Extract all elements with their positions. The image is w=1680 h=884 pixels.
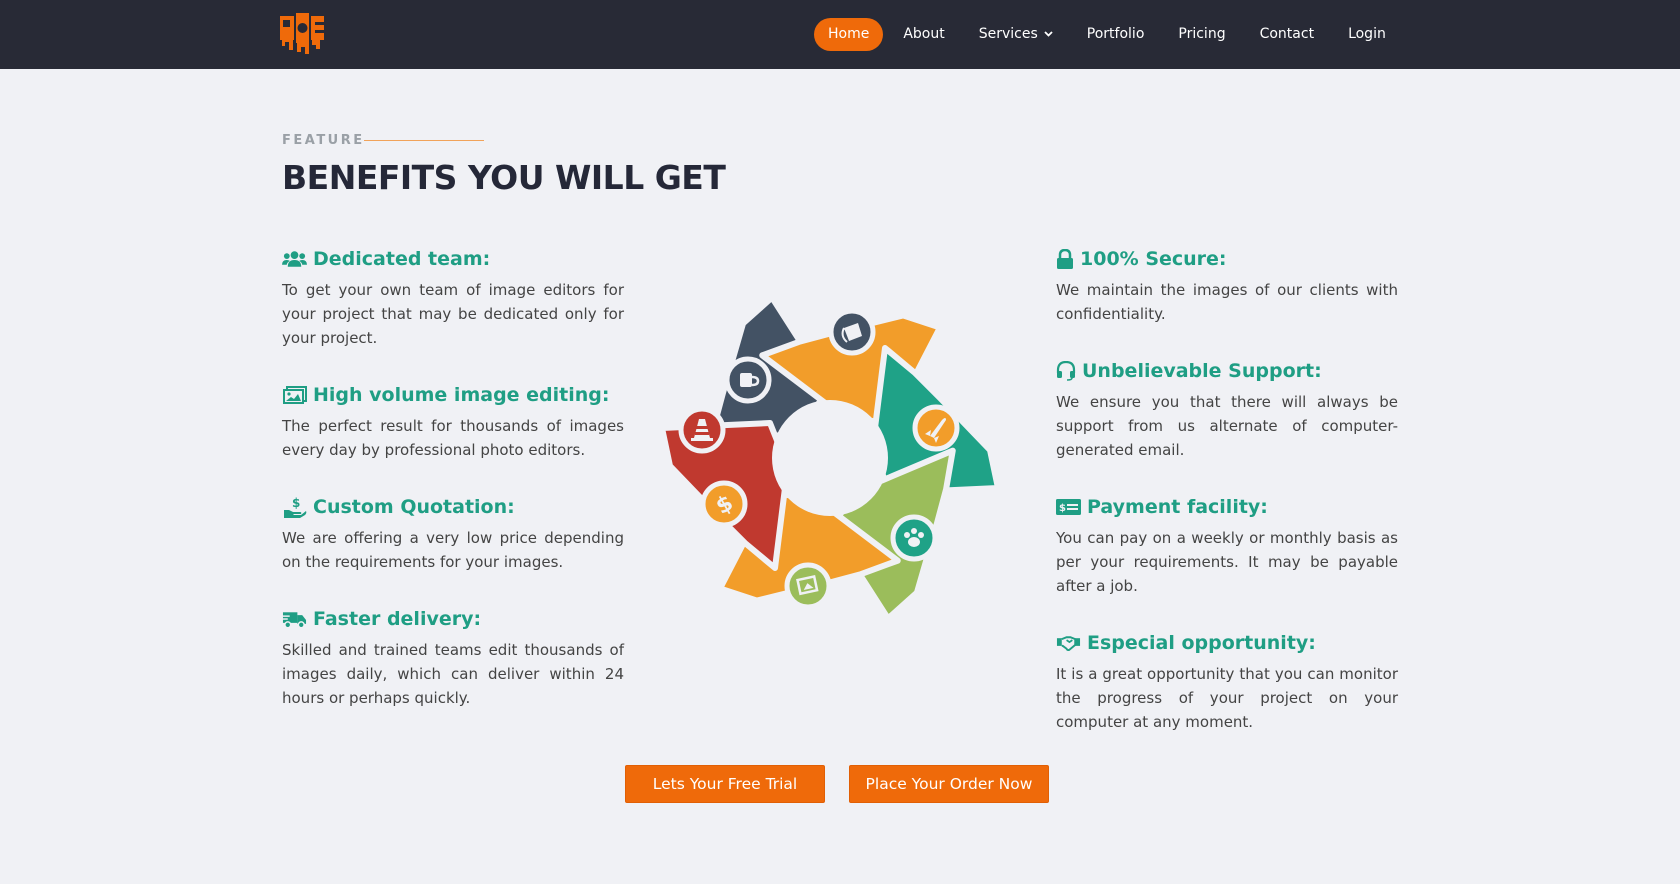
wheel-center: [772, 400, 888, 516]
nav-services[interactable]: Services: [965, 18, 1067, 51]
feature-text: To get your own team of image editors fo…: [282, 281, 624, 347]
feature-title: $ Payment facility:: [1056, 494, 1398, 520]
feature-secure: 100% Secure: We maintain the images of o…: [1056, 246, 1398, 326]
traffic-cone-icon: [678, 406, 726, 454]
image-icon: [282, 385, 307, 405]
chevron-down-icon: [1044, 30, 1053, 37]
feature-title: $ Custom Quotation:: [282, 494, 624, 520]
navbar: Home About Services Portfolio Pricing Co…: [0, 0, 1680, 69]
handshake-icon: [1056, 633, 1081, 653]
headset-icon: [1056, 361, 1076, 381]
feature-text: It is a great opportunity that you can m…: [1056, 665, 1398, 731]
feature-dedicated-team: Dedicated team: To get your own team of …: [282, 246, 624, 350]
truck-icon: [282, 609, 307, 629]
dollar-icon: $: [700, 480, 748, 528]
feature-title-text: Especial opportunity:: [1087, 632, 1316, 654]
section-title: BENEFITS YOU WILL GET: [282, 158, 726, 197]
feature-title-text: Faster delivery:: [313, 608, 482, 630]
users-icon: [282, 249, 307, 269]
feature-text: You can pay on a weekly or monthly basis…: [1056, 529, 1398, 595]
paint-bucket-icon: [828, 308, 876, 356]
nav-contact[interactable]: Contact: [1246, 18, 1328, 51]
svg-text:$: $: [1059, 503, 1066, 514]
main-nav: Home About Services Portfolio Pricing Co…: [814, 17, 1400, 51]
feature-title: Dedicated team:: [282, 246, 624, 272]
hand-dollar-icon: $: [282, 496, 307, 518]
feature-title: Faster delivery:: [282, 606, 624, 632]
logo[interactable]: [280, 12, 326, 54]
feature-title-text: Dedicated team:: [313, 248, 491, 270]
feature-custom-quotation: $ Custom Quotation: We are offering a ve…: [282, 494, 624, 574]
lock-icon: [1056, 249, 1074, 269]
feature-title: High volume image editing:: [282, 382, 624, 408]
feature-text: The perfect result for thousands of imag…: [282, 417, 624, 459]
feature-opportunity: Especial opportunity: It is a great oppo…: [1056, 630, 1398, 734]
feature-title: Unbelievable Support:: [1056, 358, 1398, 384]
money-bill-icon: $: [1056, 497, 1081, 517]
nav-pricing[interactable]: Pricing: [1164, 18, 1239, 51]
svg-text:$: $: [292, 496, 300, 510]
feature-text: We are offering a very low price dependi…: [282, 529, 624, 571]
nav-home[interactable]: Home: [814, 17, 884, 51]
feature-text: We ensure you that there will always be …: [1056, 393, 1398, 459]
feature-text: We maintain the images of our clients wi…: [1056, 281, 1398, 323]
nav-about[interactable]: About: [889, 18, 958, 51]
feature-title: 100% Secure:: [1056, 246, 1398, 272]
feature-title-text: Payment facility:: [1087, 496, 1268, 518]
feature-high-volume: High volume image editing: The perfect r…: [282, 382, 624, 462]
eyebrow-divider: [364, 140, 484, 141]
rocket-icon: [912, 404, 960, 452]
feature-payment: $ Payment facility: You can pay on a wee…: [1056, 494, 1398, 598]
benefits-wheel-graphic: $: [659, 294, 1001, 622]
nav-login[interactable]: Login: [1334, 18, 1400, 51]
feature-support: Unbelievable Support: We ensure you that…: [1056, 358, 1398, 462]
feature-title-text: Custom Quotation:: [313, 496, 515, 518]
free-trial-button[interactable]: Lets Your Free Trial: [625, 765, 825, 803]
place-order-button[interactable]: Place Your Order Now: [849, 765, 1049, 803]
nav-services-label: Services: [978, 25, 1038, 42]
feature-title-text: Unbelievable Support:: [1082, 360, 1322, 382]
picture-icon: [784, 562, 832, 610]
feature-title: Especial opportunity:: [1056, 630, 1398, 656]
feature-title-text: High volume image editing:: [313, 384, 610, 406]
nav-portfolio[interactable]: Portfolio: [1073, 18, 1159, 51]
section-eyebrow: FEATURE: [282, 133, 365, 148]
paw-icon: [890, 514, 938, 562]
feature-faster-delivery: Faster delivery: Skilled and trained tea…: [282, 606, 624, 710]
feature-title-text: 100% Secure:: [1080, 248, 1227, 270]
mug-icon: [724, 356, 772, 404]
feature-text: Skilled and trained teams edit thousands…: [282, 641, 624, 707]
